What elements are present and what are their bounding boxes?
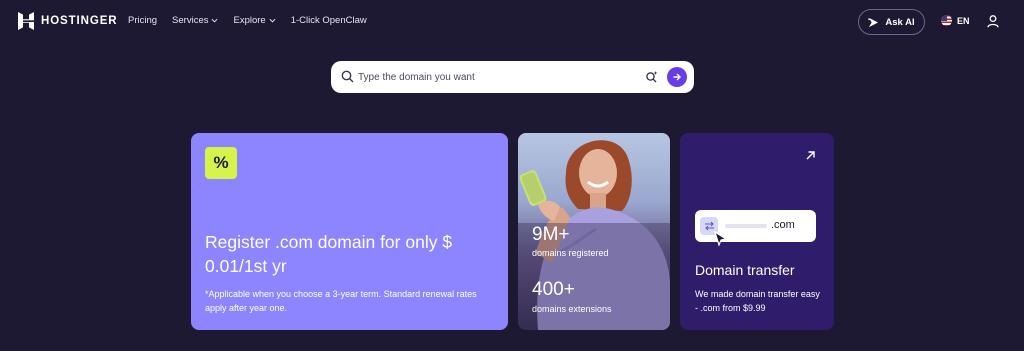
us-flag-icon xyxy=(941,15,952,26)
transfer-description: We made domain transfer easy - .com from… xyxy=(695,289,820,313)
stat-label-extensions: domains extensions xyxy=(532,304,612,314)
language-selector[interactable]: EN xyxy=(941,15,970,26)
hostinger-logo[interactable]: HOSTINGER xyxy=(18,12,117,30)
user-icon[interactable] xyxy=(987,15,999,28)
domain-transfer-card[interactable]: .com Domain transfer We made domain tran… xyxy=(680,133,834,330)
domain-search-input[interactable] xyxy=(358,68,638,86)
com-domain-promo-card[interactable]: % Register .com domain for only $ 0.01/1… xyxy=(191,133,508,330)
domain-search-bar xyxy=(331,61,694,93)
domain-stats-card: 9M+ domains registered 400+ domains exte… xyxy=(518,133,670,330)
ask-ai-button[interactable]: Ask AI xyxy=(858,9,925,35)
nav-link-label: 1-Click OpenClaw xyxy=(290,15,367,26)
nav-link-label: Services xyxy=(172,15,209,26)
cursor-icon xyxy=(714,231,728,247)
sparkle-arrow-icon xyxy=(868,17,879,27)
ai-sparkle-icon[interactable] xyxy=(645,70,658,83)
stat-value-registered: 9M+ xyxy=(532,224,570,245)
hostinger-logo-icon xyxy=(18,12,34,30)
arrow-right-icon xyxy=(673,73,681,81)
language-label: EN xyxy=(957,15,970,26)
chevron-down-icon xyxy=(211,18,218,23)
search-submit-button[interactable] xyxy=(667,67,687,87)
top-navigation: HOSTINGER Pricing Services Explore 1-Cli… xyxy=(0,0,1024,44)
nav-link-label: Pricing xyxy=(128,15,158,26)
promo-title-line1: Register .com domain for only $ xyxy=(205,232,453,252)
transfer-title: Domain transfer xyxy=(695,262,795,278)
stat-label-registered: domains registered xyxy=(532,248,609,258)
ask-ai-label: Ask AI xyxy=(885,16,915,28)
stat-value-extensions: 400+ xyxy=(532,279,575,300)
search-icon xyxy=(341,70,354,83)
nav-link-label: Explore xyxy=(233,15,266,26)
brand-name: HOSTINGER xyxy=(41,15,118,27)
promo-footnote: *Applicable when you choose a 3-year ter… xyxy=(205,289,477,313)
nav-link-pricing[interactable]: Pricing xyxy=(128,15,157,26)
arrow-up-right-icon xyxy=(806,151,815,160)
discount-badge: % xyxy=(205,147,237,179)
nav-link-openclaw[interactable]: 1-Click OpenClaw xyxy=(291,15,367,26)
promo-title-line2: 0.01/1st yr xyxy=(205,256,287,276)
nav-link-explore[interactable]: Explore xyxy=(233,15,276,26)
mock-tld: .com xyxy=(771,219,795,231)
mock-domain-placeholder xyxy=(725,224,767,228)
promo-title: Register .com domain for only $ 0.01/1st… xyxy=(205,230,495,278)
nav-links: Pricing Services Explore 1-Click OpenCla… xyxy=(128,15,382,26)
nav-link-services[interactable]: Services xyxy=(172,15,218,26)
chevron-down-icon xyxy=(269,18,276,23)
